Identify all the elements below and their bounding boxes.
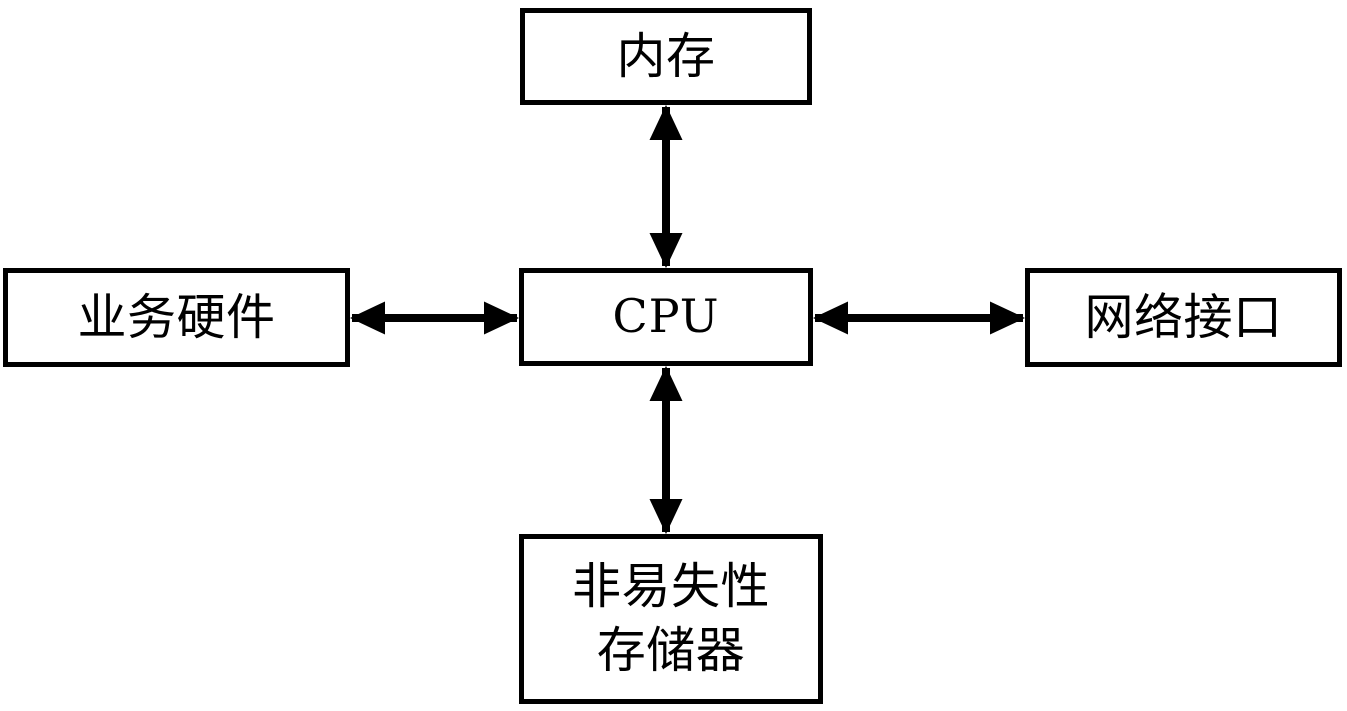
- node-memory-label: 内存: [616, 27, 716, 85]
- node-nonvolatile-memory-label: 非易失性 存储器: [571, 558, 770, 679]
- node-cpu-label: CPU: [612, 289, 720, 344]
- diagram-canvas: 内存 业务硬件 CPU 网络接口 非易失性 存储器: [0, 0, 1347, 711]
- node-service-hardware-label: 业务硬件: [77, 288, 276, 346]
- node-nonvolatile-memory[interactable]: 非易失性 存储器: [519, 534, 823, 704]
- node-cpu[interactable]: CPU: [519, 268, 813, 366]
- node-network-interface-label: 网络接口: [1084, 288, 1283, 346]
- node-memory[interactable]: 内存: [520, 8, 812, 105]
- node-service-hardware[interactable]: 业务硬件: [3, 268, 350, 367]
- node-network-interface[interactable]: 网络接口: [1025, 268, 1342, 367]
